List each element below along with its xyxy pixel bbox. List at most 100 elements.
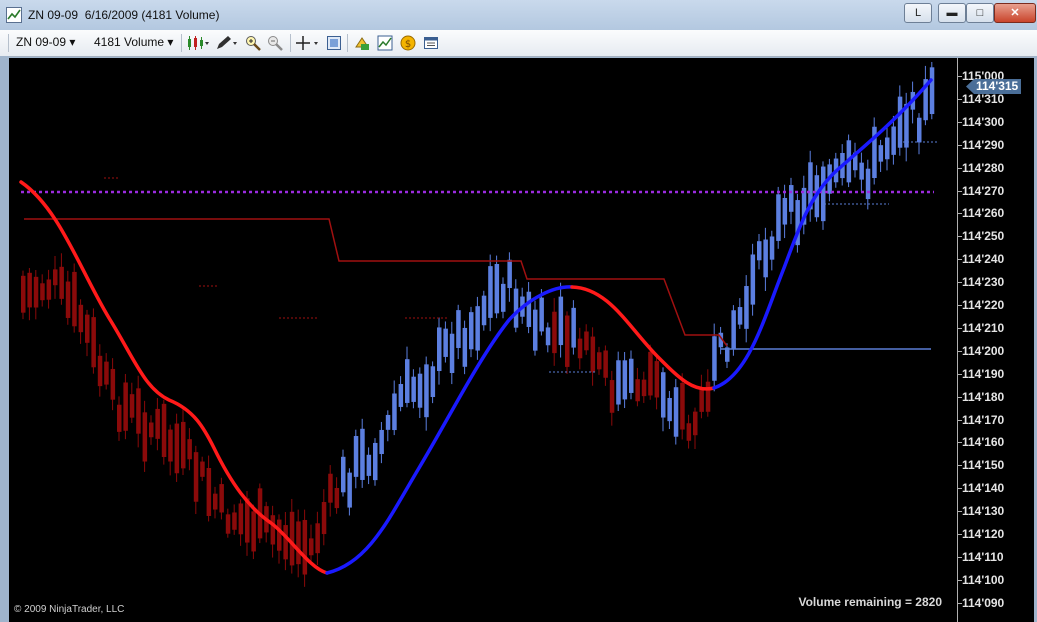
- candle-body: [885, 137, 890, 160]
- crosshair-icon[interactable]: [295, 35, 321, 51]
- strategies-icon[interactable]: $: [400, 35, 416, 51]
- candle-body: [737, 307, 743, 325]
- candle-body: [673, 387, 679, 437]
- period-selector[interactable]: 4181 Volume ▾: [94, 35, 173, 49]
- candle-body: [597, 352, 602, 370]
- candle-body: [33, 276, 39, 308]
- candle-body: [424, 364, 429, 418]
- candle-body: [763, 239, 768, 278]
- candle-body: [72, 271, 77, 327]
- indicators-icon[interactable]: [377, 35, 393, 51]
- price-axis[interactable]: 114'090 114'100 114'110 114'120 114'130 114'1…: [957, 58, 1034, 622]
- close-button[interactable]: ✕: [994, 3, 1036, 23]
- candle-body: [232, 512, 237, 530]
- chevron-down-icon: ▾: [69, 35, 76, 49]
- candle-body: [929, 67, 935, 115]
- candle-body: [789, 185, 794, 212]
- candle-body: [321, 502, 327, 535]
- candle-body: [712, 336, 717, 381]
- candle-body: [91, 317, 96, 368]
- candle-body: [78, 304, 84, 333]
- candle-body: [641, 379, 647, 397]
- price-tick-label: 114'240: [957, 252, 1005, 267]
- candle-body: [501, 283, 506, 312]
- candle-body: [609, 380, 615, 413]
- candle-body: [686, 423, 692, 441]
- zoom-in-icon[interactable]: [245, 35, 261, 51]
- candle-body: [270, 515, 276, 545]
- candle-body: [21, 275, 26, 313]
- bars-type-icon[interactable]: [186, 35, 210, 51]
- minimize-button[interactable]: ▬: [938, 3, 966, 23]
- candle-body: [142, 412, 148, 462]
- candle-body: [168, 429, 173, 462]
- candle-body: [635, 379, 640, 402]
- data-box-icon[interactable]: [354, 35, 370, 51]
- price-tick-label: 114'160: [957, 435, 1005, 450]
- price-tick-label: 114'170: [957, 412, 1005, 427]
- candle-body: [449, 333, 455, 373]
- candle-body: [136, 388, 141, 434]
- price-tick-label: 114'290: [957, 137, 1005, 152]
- candle-body: [219, 484, 224, 513]
- zoom-out-icon[interactable]: [267, 35, 283, 51]
- candle-body: [430, 366, 436, 398]
- candle-body: [193, 452, 199, 502]
- candle-body: [577, 338, 583, 359]
- candle-body: [859, 162, 864, 180]
- candle-body: [161, 403, 167, 458]
- price-tick-label: 114'220: [957, 298, 1005, 312]
- candle-body: [366, 454, 372, 476]
- candle-body: [117, 404, 122, 432]
- link-button[interactable]: L: [904, 3, 932, 23]
- candle-body: [155, 408, 160, 439]
- candle-body: [590, 336, 596, 373]
- candle-body: [891, 126, 896, 155]
- candle-body: [616, 360, 621, 405]
- candle-body: [776, 194, 781, 241]
- candle-body: [405, 359, 410, 403]
- candle-body: [629, 358, 634, 393]
- svg-text:$: $: [405, 39, 411, 50]
- price-tick-label: 114'250: [957, 229, 1005, 244]
- price-tick-label: 114'280: [957, 160, 1005, 175]
- candle-body: [654, 361, 660, 398]
- toolbar-separator: [181, 34, 182, 52]
- price-tick-label: 114'150: [957, 458, 1005, 473]
- candle-body: [865, 168, 871, 200]
- candle-body: [693, 411, 698, 436]
- ninjatrader-chart-icon: [6, 7, 22, 23]
- candle-body: [123, 382, 128, 431]
- candle-body: [469, 312, 474, 350]
- candle-body: [315, 523, 320, 554]
- candle-body: [65, 281, 71, 318]
- candle-body: [238, 503, 244, 535]
- price-chart[interactable]: [9, 58, 957, 622]
- candle-body: [558, 296, 564, 346]
- candle-body: [85, 314, 90, 343]
- candle-body: [821, 166, 826, 222]
- candle-body: [225, 514, 231, 534]
- candle-body: [353, 436, 359, 477]
- price-tick-label: 114'140: [957, 481, 1005, 496]
- toolbar-grip: [8, 34, 9, 52]
- maximize-button[interactable]: □: [966, 3, 994, 23]
- candle-body: [699, 388, 704, 412]
- price-tick-label: 114'190: [957, 366, 1005, 381]
- instrument-selector[interactable]: ZN 09-09 ▾: [16, 35, 75, 49]
- properties-icon[interactable]: [326, 35, 342, 51]
- chevron-down-icon: ▾: [167, 35, 174, 49]
- candle-body: [667, 397, 672, 422]
- order-icon[interactable]: [423, 35, 439, 51]
- candle-body: [481, 295, 487, 326]
- price-tick-label: 114'120: [957, 527, 1005, 541]
- candle-body: [373, 442, 378, 481]
- candle-body: [334, 488, 340, 509]
- draw-pen-icon[interactable]: [214, 35, 240, 51]
- price-tick-label: 114'300: [957, 114, 1005, 129]
- candle-body: [622, 360, 628, 400]
- chart-panel[interactable]: [9, 58, 1033, 622]
- copyright-text: © 2009 NinjaTrader, LLC: [14, 604, 125, 615]
- candle-body: [200, 461, 205, 477]
- candle-body: [187, 439, 192, 460]
